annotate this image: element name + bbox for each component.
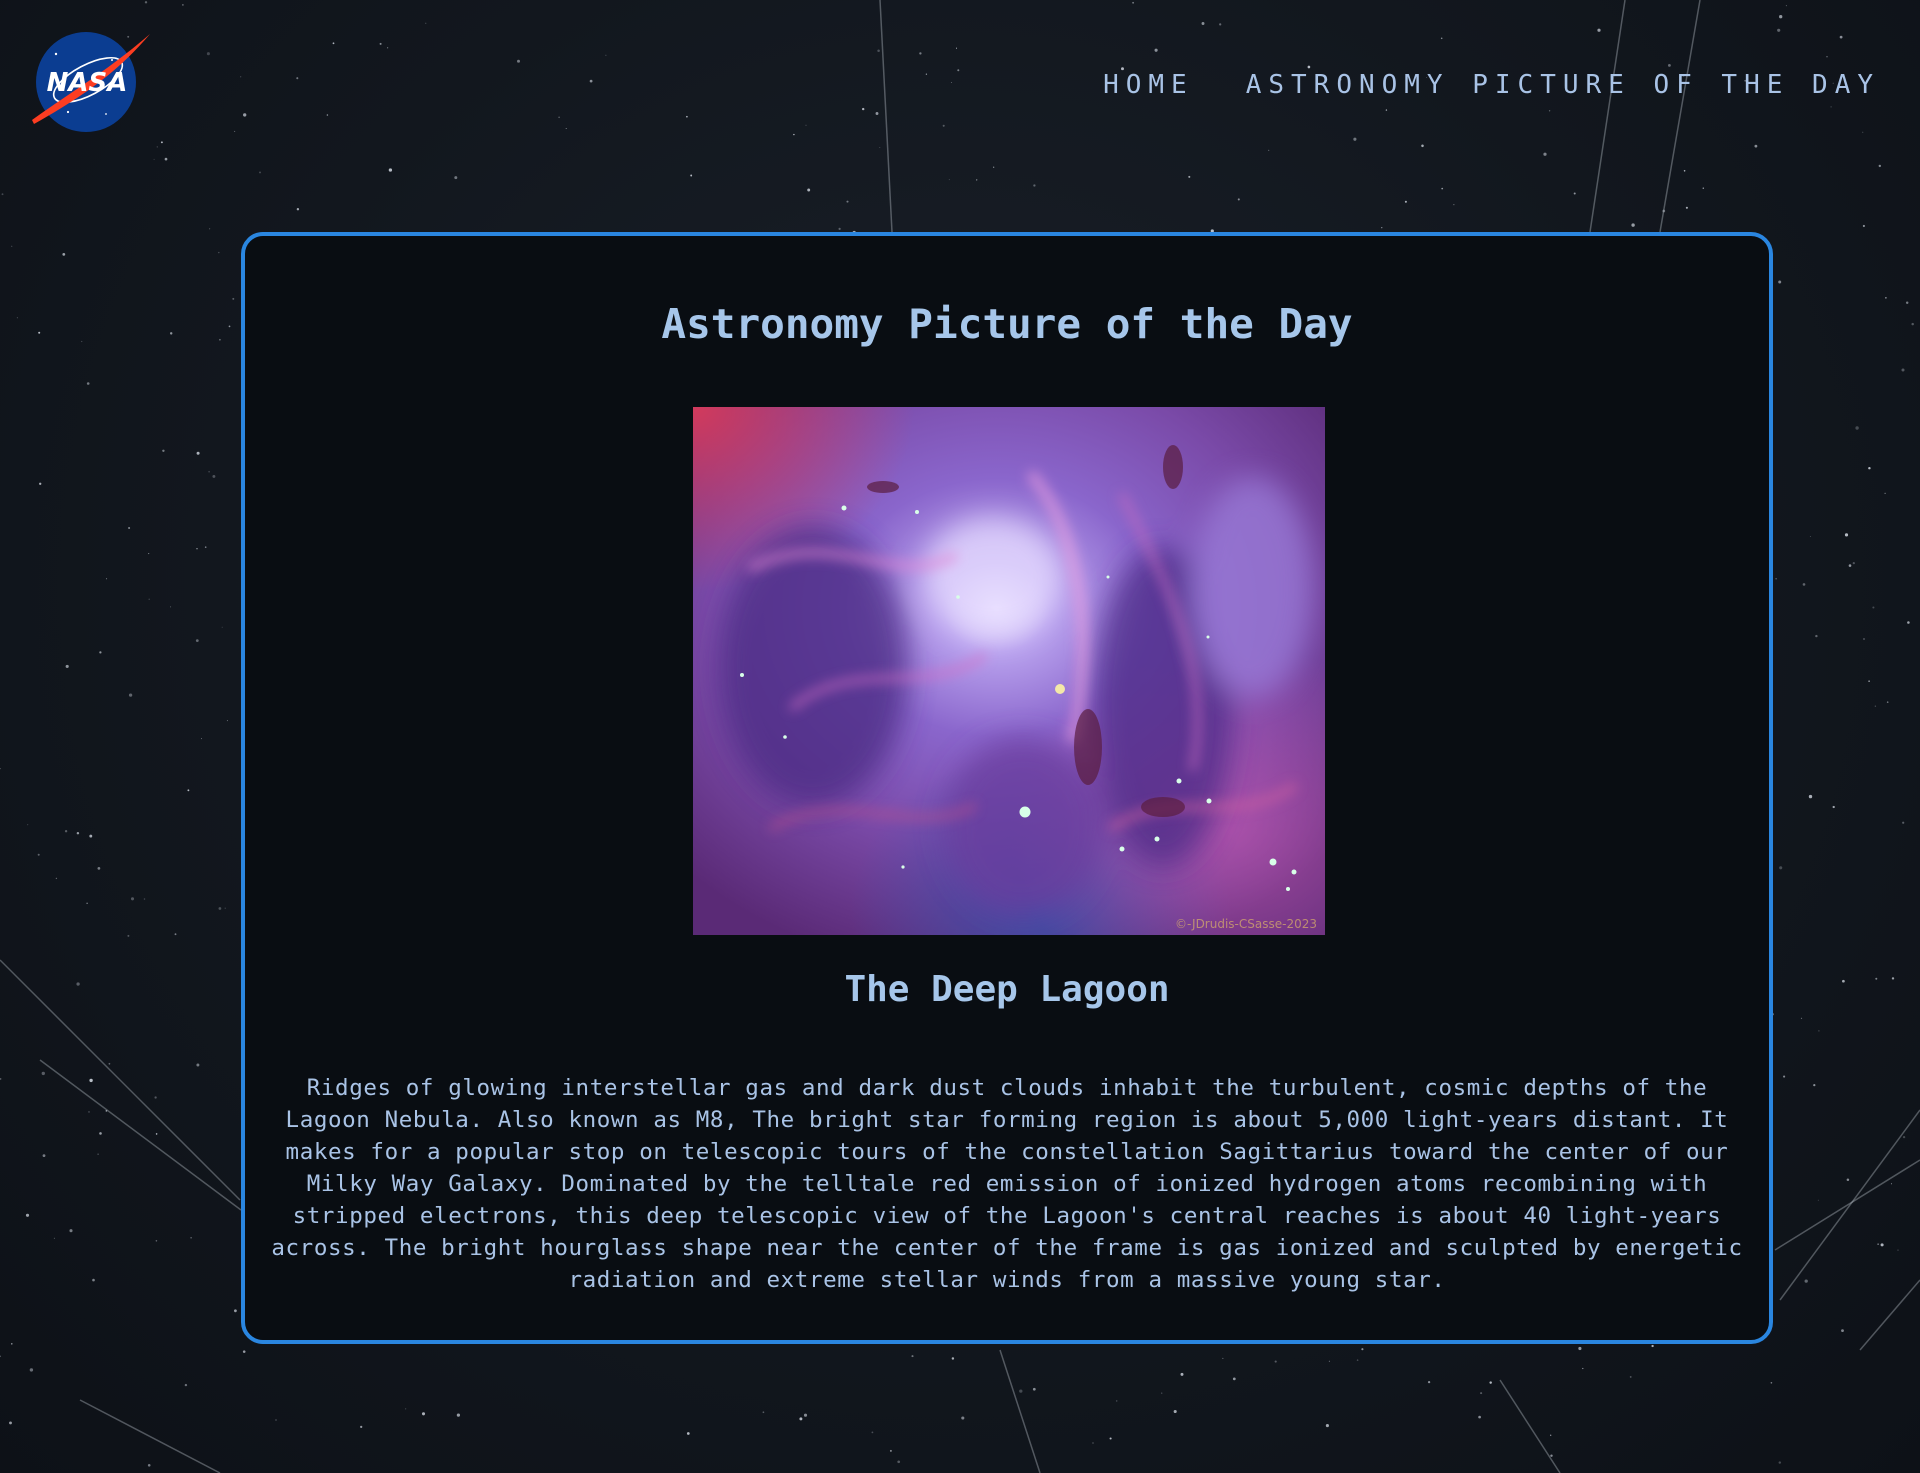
- apod-card: Astronomy Picture of the Day ©-JDrudis-C…: [241, 232, 1773, 1344]
- page-title: Astronomy Picture of the Day: [661, 300, 1353, 348]
- image-credit: ©-JDrudis-CSasse-2023: [1175, 917, 1317, 931]
- apod-image: ©-JDrudis-CSasse-2023: [693, 407, 1325, 935]
- main-nav: HOME ASTRONOMY PICTURE OF THE DAY: [1103, 70, 1880, 100]
- svg-text:NASA: NASA: [47, 68, 128, 98]
- site-header: NASA HOME ASTRONOMY PICTURE OF THE DAY: [0, 0, 1920, 170]
- image-explanation: Ridges of glowing interstellar gas and d…: [271, 1075, 1743, 1293]
- image-title: The Deep Lagoon: [844, 969, 1170, 1010]
- nav-link-apod[interactable]: ASTRONOMY PICTURE OF THE DAY: [1246, 70, 1880, 100]
- nasa-logo[interactable]: NASA: [28, 28, 152, 138]
- nav-link-home[interactable]: HOME: [1103, 70, 1194, 100]
